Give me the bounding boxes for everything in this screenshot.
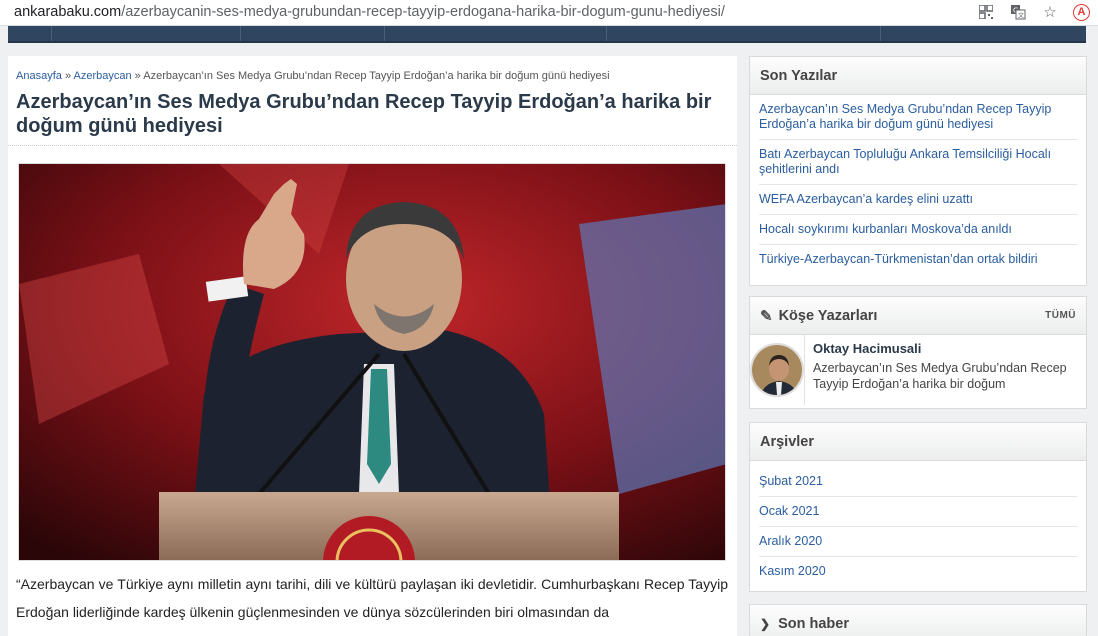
page-title: Azerbaycan’ın Ses Medya Grubu’ndan Recep… [16,91,712,137]
breadcrumb: Anasayfa » Azerbaycan » Azerbaycan’ın Se… [16,70,610,82]
qr-code-icon[interactable] [977,3,995,21]
archives-widget: Arşivler Şubat 2021 Ocak 2021 Aralık 202… [749,422,1087,592]
breadcrumb-home-link[interactable]: Anasayfa [16,70,62,82]
avatar[interactable] [750,343,804,397]
columnists-header: ✎ Köşe Yazarları TÜMÜ [750,297,1086,335]
chevron-right-icon: ❯ [760,616,771,631]
svg-text:文: 文 [1018,12,1024,20]
archives-title: Arşivler [750,423,1086,461]
pencil-icon: ✎ [760,307,773,325]
breadcrumb-separator: » [134,70,141,82]
columnist-info: Oktay Hacimusali Azerbaycan’ın Ses Medya… [805,335,1086,405]
recent-post-link[interactable]: Türkiye-Azerbaycan-Türkmenistan’dan orta… [759,245,1077,274]
article-body: “Azerbaycan ve Türkiye aynı milletin ayn… [16,576,728,620]
avatar-container [750,335,805,405]
url-path: /azerbaycanin-ses-medya-grubundan-recep-… [121,4,725,20]
recent-posts-widget: Son Yazılar Azerbaycan’ın Ses Medya Grub… [749,56,1087,286]
recent-post-link[interactable]: Hocalı soykırımı kurbanları Moskova’da a… [759,215,1077,245]
recent-posts-title: Son Yazılar [750,57,1086,95]
article-hero-image [18,163,726,561]
archive-month-link[interactable]: Şubat 2021 [759,467,1077,497]
nav-separator [240,26,241,41]
recent-post-link[interactable]: Azerbaycan’ın Ses Medya Grubu’ndan Recep… [759,95,1077,140]
url-host: ankarabaku.com [14,4,122,20]
nav-separator [880,26,881,41]
breadcrumb-category-link[interactable]: Azerbaycan [74,70,132,82]
columnist-excerpt[interactable]: Azerbaycan’ın Ses Medya Grubu’ndan Recep… [813,360,1078,392]
browser-address-bar[interactable]: ankarabaku.com/azerbaycanin-ses-medya-gr… [0,0,1098,26]
recent-post-link[interactable]: Batı Azerbaycan Topluluğu Ankara Temsilc… [759,140,1077,185]
extension-icon[interactable]: A [1073,3,1090,21]
recent-posts-list: Azerbaycan’ın Ses Medya Grubu’ndan Recep… [750,95,1086,274]
nav-separator [51,26,52,41]
latest-news-header[interactable]: ❯ Son haber [750,605,1086,636]
site-navigation-bar [8,26,1086,43]
columnists-widget: ✎ Köşe Yazarları TÜMÜ Oktay Hacimusali A… [749,296,1087,409]
article-container: Anasayfa » Azerbaycan » Azerbaycan’ın Se… [8,56,737,636]
archives-list: Şubat 2021 Ocak 2021 Aralık 2020 Kasım 2… [750,461,1086,586]
nav-separator [384,26,385,41]
url-text[interactable]: ankarabaku.com/azerbaycanin-ses-medya-gr… [14,4,725,20]
nav-separator [606,26,607,41]
title-divider [8,145,737,146]
breadcrumb-separator: » [64,70,72,82]
star-icon[interactable]: ☆ [1041,3,1059,21]
columnist-name[interactable]: Oktay Hacimusali [813,341,1078,356]
translate-icon[interactable]: G文 [1009,3,1027,21]
recent-post-link[interactable]: WEFA Azerbaycan’a kardeş elini uzattı [759,185,1077,215]
latest-news-title: Son haber [778,615,849,632]
columnist-entry[interactable]: Oktay Hacimusali Azerbaycan’ın Ses Medya… [750,335,1086,405]
archive-month-link[interactable]: Aralık 2020 [759,527,1077,557]
breadcrumb-current: Azerbaycan’ın Ses Medya Grubu’ndan Recep… [143,70,610,82]
latest-news-widget: ❯ Son haber [749,604,1087,636]
archive-month-link[interactable]: Ocak 2021 [759,497,1077,527]
all-columnists-link[interactable]: TÜMÜ [1045,310,1076,321]
columnists-title: Köşe Yazarları [778,307,878,324]
archive-month-link[interactable]: Kasım 2020 [759,557,1077,586]
